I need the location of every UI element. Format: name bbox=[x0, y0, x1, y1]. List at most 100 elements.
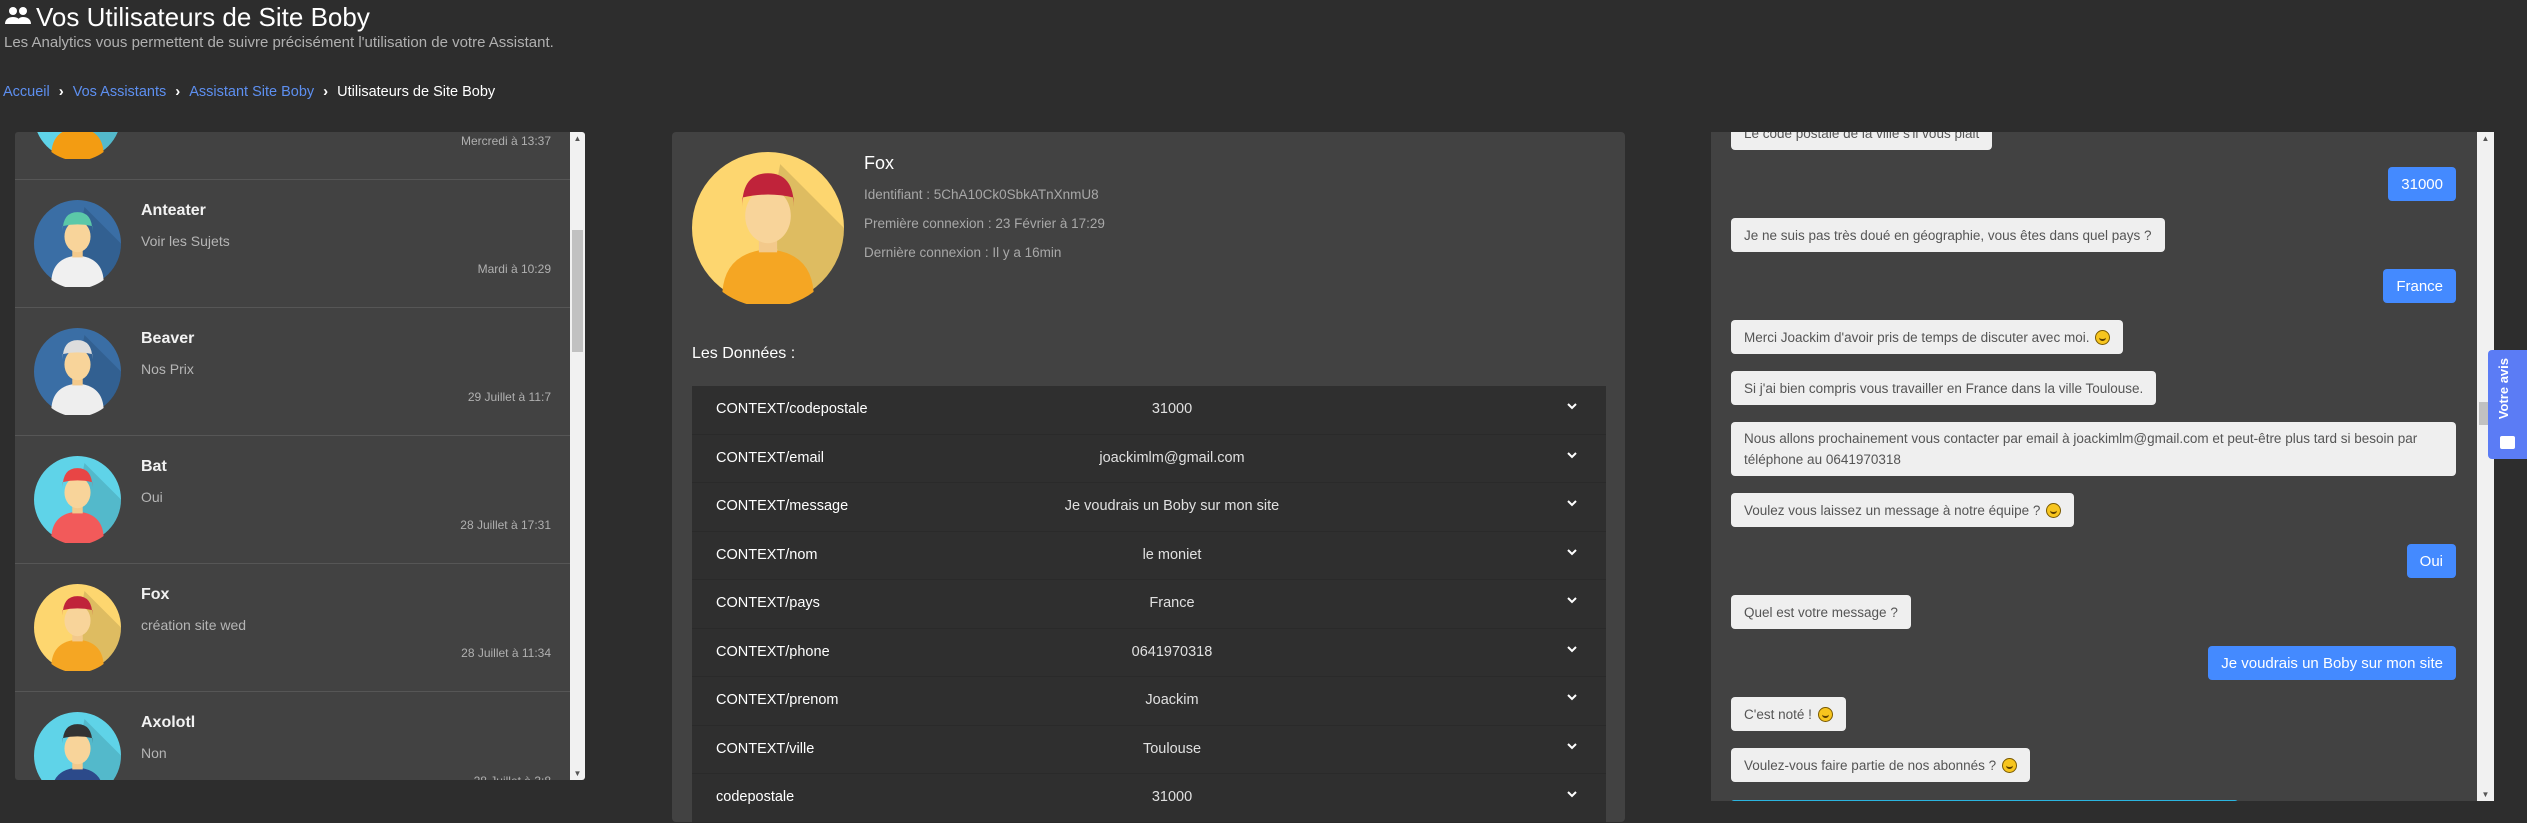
user-list-item[interactable]: Anteater Voir les Sujets Mardi à 10:29 bbox=[15, 180, 570, 308]
chat-messages: Le code postale de la ville s'il vous pl… bbox=[1731, 132, 2456, 782]
data-row[interactable]: CONTEXT/email joackimlm@gmail.com bbox=[692, 435, 1606, 483]
data-value: 0641970318 bbox=[1131, 643, 1213, 660]
user-avatar bbox=[34, 328, 122, 417]
user-message: Je voudrais un Boby sur mon site bbox=[2208, 646, 2456, 680]
user-list-item[interactable]: Mercredi à 13:37 bbox=[15, 132, 570, 180]
data-key: CONTEXT/nom bbox=[716, 546, 818, 563]
smiley-emoji-icon bbox=[2095, 329, 2111, 345]
user-message: 31000 bbox=[2388, 167, 2456, 201]
feedback-tab[interactable]: Votre avis bbox=[2488, 350, 2527, 459]
data-row[interactable]: CONTEXT/message Je voudrais un Boby sur … bbox=[692, 483, 1606, 532]
bot-message: Merci Joackim d'avoir pris de temps de d… bbox=[1731, 320, 2124, 354]
user-last-time: 28 Juillet à 3:8 bbox=[474, 774, 551, 780]
user-avatar bbox=[34, 132, 121, 161]
data-row[interactable]: codepostale 31000 bbox=[692, 774, 1606, 823]
bot-message: Nous allons prochainement vous contacter… bbox=[1731, 422, 2456, 476]
message-text: Oui bbox=[2419, 552, 2443, 570]
user-list-item[interactable]: Beaver Nos Prix 29 Juillet à 11:7 bbox=[15, 308, 570, 436]
data-key: CONTEXT/ville bbox=[716, 740, 815, 757]
data-row[interactable]: CONTEXT/nom le moniet bbox=[692, 532, 1606, 580]
user-last-time: Mardi à 10:29 bbox=[477, 262, 551, 276]
chevron-down-icon[interactable] bbox=[1566, 497, 1578, 509]
message-text: Le code postale de la ville s'il vous pl… bbox=[1744, 132, 1980, 141]
chevron-down-icon[interactable] bbox=[1566, 643, 1578, 655]
message-text: Nous allons prochainement vous contacter… bbox=[1744, 431, 2418, 467]
grin-emoji-icon bbox=[2002, 757, 2018, 773]
user-last-time: Mercredi à 13:37 bbox=[460, 134, 551, 148]
data-value: 31000 bbox=[1151, 789, 1193, 805]
user-detail-panel: Fox Identifiant : 5ChA10Ck0SbkATnXnmU8 P… bbox=[672, 132, 1625, 823]
user-name: Fox bbox=[141, 586, 170, 603]
user-last-time: 29 Juillet à 11:7 bbox=[467, 390, 551, 404]
user-last-message: Nos Prix bbox=[141, 361, 194, 377]
user-list-panel: Mercredi à 13:37 Anteater Voir les Sujet… bbox=[15, 132, 585, 780]
breadcrumb-current: Utilisateurs de Site Boby bbox=[337, 83, 496, 100]
message-text: Si j'ai bien compris vous travailler en … bbox=[1744, 380, 2144, 396]
chevron-right-icon: › bbox=[323, 83, 329, 100]
bot-message: Si j'ai bien compris vous travailler en … bbox=[1731, 371, 2157, 405]
message-text: Quel est votre message ? bbox=[1744, 604, 1898, 620]
chevron-right-icon: › bbox=[175, 83, 181, 100]
scroll-up-icon[interactable]: ▲ bbox=[570, 134, 585, 143]
breadcrumb: Accueil › Vos Assistants › Assistant Site … bbox=[3, 83, 495, 100]
data-row[interactable]: CONTEXT/pays France bbox=[692, 580, 1606, 629]
bot-message: Le code postale de la ville s'il vous pl… bbox=[1731, 132, 1993, 150]
chevron-down-icon[interactable] bbox=[1566, 740, 1578, 752]
scroll-up-icon[interactable]: ▲ bbox=[2477, 134, 2494, 143]
user-list-scrollbar[interactable]: ▲ ▼ bbox=[570, 132, 585, 780]
data-value: Toulouse bbox=[1142, 740, 1202, 757]
user-list-item[interactable]: Bat Oui 28 Juillet à 17:31 bbox=[15, 436, 570, 564]
user-name: Beaver bbox=[141, 330, 195, 347]
data-value: France bbox=[1149, 595, 1195, 611]
message-text: Voulez-vous faire partie de nos abonnés … bbox=[1744, 757, 1997, 773]
data-value: joackimlm@gmail.com bbox=[1099, 449, 1245, 466]
chat-scrollbar[interactable]: ▲ ▼ bbox=[2477, 132, 2494, 801]
data-key: codepostale bbox=[716, 789, 795, 805]
data-key: CONTEXT/email bbox=[716, 449, 824, 466]
data-table: CONTEXT/codepostale 31000 CONTEXT/email … bbox=[692, 386, 1606, 823]
user-id: Identifiant : 5ChA10Ck0SbkATnXnmU8 bbox=[864, 187, 1099, 202]
user-avatar bbox=[692, 152, 845, 308]
chevron-down-icon[interactable] bbox=[1566, 691, 1578, 703]
scroll-down-icon[interactable]: ▼ bbox=[2477, 790, 2494, 799]
sunglasses-emoji-icon bbox=[1817, 706, 1833, 722]
user-last-time: 28 Juillet à 11:34 bbox=[461, 646, 551, 660]
feedback-label: Votre avis bbox=[2496, 358, 2511, 420]
data-row[interactable]: CONTEXT/codepostale 31000 bbox=[692, 386, 1606, 435]
chevron-down-icon[interactable] bbox=[1566, 594, 1578, 606]
bot-message: C'est noté ! bbox=[1731, 697, 1846, 731]
data-value: Je voudrais un Boby sur mon site bbox=[1064, 498, 1280, 514]
data-row[interactable]: CONTEXT/phone 0641970318 bbox=[692, 629, 1606, 677]
data-row[interactable]: CONTEXT/prenom Joackim bbox=[692, 677, 1606, 726]
data-key: CONTEXT/message bbox=[716, 498, 849, 514]
data-key: CONTEXT/codepostale bbox=[716, 401, 868, 417]
people-icon bbox=[5, 7, 31, 24]
data-key: CONTEXT/phone bbox=[716, 643, 830, 660]
user-last-message: Voir les Sujets bbox=[141, 233, 230, 249]
user-last-message: création site wed bbox=[141, 617, 247, 633]
data-value: 31000 bbox=[1151, 401, 1193, 417]
breadcrumb-accueil[interactable]: Accueil bbox=[3, 84, 50, 100]
chevron-down-icon[interactable] bbox=[1566, 788, 1578, 800]
chat-partial-bubble bbox=[1731, 800, 2238, 801]
page-subtitle: Les Analytics vous permettent de suivre … bbox=[4, 34, 554, 51]
user-list: Mercredi à 13:37 Anteater Voir les Sujet… bbox=[15, 132, 570, 780]
user-message: Oui bbox=[2406, 544, 2456, 578]
chevron-down-icon[interactable] bbox=[1566, 546, 1578, 558]
bot-message: Voulez vous laissez un message à notre é… bbox=[1731, 493, 2075, 527]
breadcrumb-assistant[interactable]: Assistant Site Boby bbox=[189, 84, 314, 100]
chevron-down-icon[interactable] bbox=[1566, 400, 1578, 412]
first-connection: Première connexion : 23 Février à 17:29 bbox=[864, 216, 1105, 231]
scroll-down-icon[interactable]: ▼ bbox=[570, 769, 585, 778]
user-last-time: 28 Juillet à 17:31 bbox=[460, 518, 551, 532]
user-name: Anteater bbox=[141, 202, 206, 219]
message-text: Je ne suis pas très doué en géographie, … bbox=[1744, 227, 2152, 243]
user-list-item[interactable]: Fox création site wed 28 Juillet à 11:34 bbox=[15, 564, 570, 692]
data-row[interactable]: CONTEXT/ville Toulouse bbox=[692, 726, 1606, 774]
scrollbar-thumb[interactable] bbox=[572, 230, 583, 352]
chevron-down-icon[interactable] bbox=[1566, 449, 1578, 461]
breadcrumb-vos-assistants[interactable]: Vos Assistants bbox=[73, 84, 167, 100]
message-text: Je voudrais un Boby sur mon site bbox=[2221, 654, 2443, 672]
user-list-item[interactable]: Axolotl Non 28 Juillet à 3:8 bbox=[15, 692, 570, 780]
conversation-panel: Le code postale de la ville s'il vous pl… bbox=[1711, 132, 2494, 801]
